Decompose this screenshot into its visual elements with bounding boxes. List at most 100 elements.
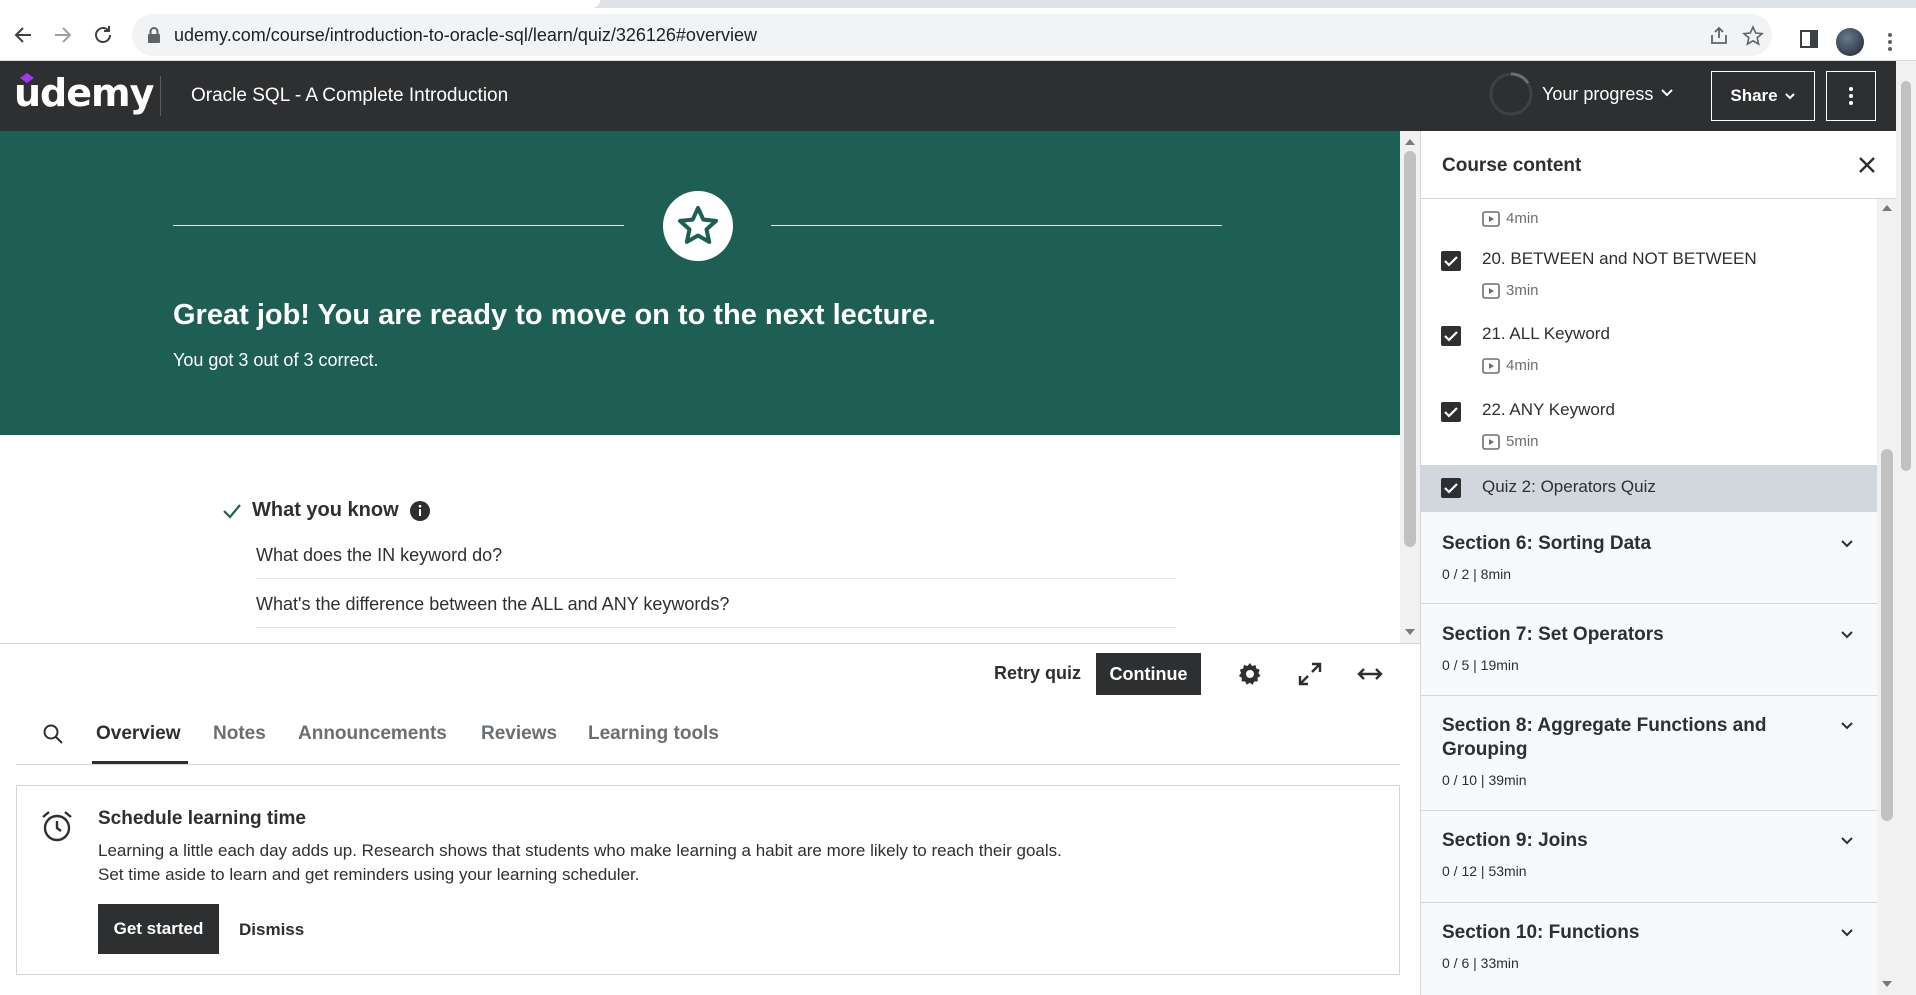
lecture-duration-text: 4min	[1506, 357, 1539, 374]
completed-checkbox[interactable]	[1441, 251, 1461, 271]
scrollbar-thumb[interactable]	[1404, 151, 1416, 547]
scroll-down-arrow[interactable]	[1405, 629, 1415, 635]
section-item[interactable]: Section 9: Joins 0 / 12 | 53min	[1421, 810, 1877, 902]
tab-notes[interactable]: Notes	[213, 723, 266, 745]
completed-checkbox[interactable]	[1441, 402, 1461, 422]
get-started-button[interactable]: Get started	[98, 904, 219, 954]
quiz-result-panel: Great job! You are ready to move on to t…	[0, 131, 1400, 643]
scrollbar-thumb[interactable]	[1881, 449, 1893, 821]
sidebar-scrollbar[interactable]	[1877, 199, 1896, 995]
scroll-down-arrow[interactable]	[1882, 981, 1892, 987]
schedule-description-2: Set time aside to learn and get reminder…	[98, 865, 640, 884]
banner-rule-right	[771, 225, 1222, 226]
chevron-down-icon[interactable]	[1839, 718, 1855, 734]
lecture-item[interactable]: 21. ALL Keyword 4min	[1421, 311, 1877, 387]
your-progress-button[interactable]: Your progress	[1542, 84, 1653, 105]
browser-menu-icon[interactable]	[1880, 26, 1900, 58]
lecture-item-partial[interactable]: 4min	[1421, 199, 1877, 235]
quiz-score-text: You got 3 out of 3 correct.	[173, 350, 379, 370]
lecture-duration: 5min	[1482, 433, 1539, 450]
quiz-controls-bar: Retry quiz Continue	[0, 643, 1420, 703]
what-you-know-section: What you know What does the IN keyword d…	[0, 435, 1400, 643]
lecture-tabs: Overview Notes Announcements Reviews Lea…	[16, 703, 1400, 765]
udemy-logo[interactable]: udemy	[14, 71, 154, 115]
retry-quiz-button[interactable]: Retry quiz	[994, 663, 1081, 684]
lecture-duration-text: 3min	[1506, 282, 1539, 299]
page-scrollbar[interactable]	[1896, 61, 1916, 995]
lock-icon[interactable]	[146, 26, 162, 44]
fullscreen-icon[interactable]	[1296, 660, 1324, 688]
scroll-up-arrow[interactable]	[1882, 205, 1892, 211]
lecture-title: 20. BETWEEN and NOT BETWEEN	[1482, 249, 1757, 268]
question-item: What's the difference between the ALL an…	[256, 594, 1176, 628]
chevron-down-icon[interactable]	[1839, 536, 1855, 552]
sidebar-title: Course content	[1442, 155, 1582, 176]
tab-announcements[interactable]: Announcements	[298, 723, 447, 745]
schedule-title: Schedule learning time	[98, 808, 306, 829]
browser-toolbar: udemy.com/course/introduction-to-oracle-…	[0, 8, 1916, 61]
section-title: Section 10: Functions	[1442, 922, 1640, 943]
quiz-scrollbar[interactable]	[1400, 131, 1420, 643]
banner-rule-left	[173, 225, 624, 226]
lecture-item[interactable]: 20. BETWEEN and NOT BETWEEN 3min	[1421, 235, 1877, 311]
back-arrow-icon[interactable]	[8, 20, 38, 50]
lecture-item-active-quiz[interactable]: Quiz 2: Operators Quiz	[1421, 465, 1877, 511]
tab-overview[interactable]: Overview	[96, 723, 181, 745]
video-icon	[1482, 357, 1500, 374]
video-icon	[1482, 433, 1500, 450]
completed-checkbox[interactable]	[1441, 326, 1461, 346]
side-panel-icon[interactable]	[1798, 28, 1820, 50]
search-icon[interactable]	[42, 723, 64, 745]
chevron-down-icon[interactable]	[1839, 925, 1855, 941]
chevron-down-icon[interactable]	[1839, 627, 1855, 643]
lecture-duration: 3min	[1482, 282, 1539, 299]
lecture-title: 21. ALL Keyword	[1482, 324, 1610, 343]
share-button[interactable]: Share	[1711, 71, 1815, 121]
more-options-button[interactable]	[1826, 71, 1876, 121]
share-page-icon[interactable]	[1708, 25, 1730, 47]
tab-learning-tools[interactable]: Learning tools	[588, 723, 719, 745]
chevron-down-icon[interactable]	[1660, 86, 1674, 100]
close-icon[interactable]	[1855, 153, 1879, 177]
section-title: Section 6: Sorting Data	[1442, 533, 1652, 554]
bookmark-star-icon[interactable]	[1742, 25, 1764, 47]
course-title-link[interactable]: Oracle SQL - A Complete Introduction	[191, 85, 508, 107]
tab-reviews[interactable]: Reviews	[481, 723, 557, 745]
dismiss-button[interactable]: Dismiss	[239, 920, 304, 940]
success-banner: Great job! You are ready to move on to t…	[0, 131, 1400, 435]
reload-icon[interactable]	[88, 20, 118, 50]
section-item[interactable]: Section 10: Functions 0 / 6 | 33min	[1421, 902, 1877, 995]
star-icon	[678, 206, 718, 244]
section-meta: 0 / 2 | 8min	[1442, 566, 1512, 582]
forward-arrow-icon[interactable]	[48, 20, 78, 50]
section-item[interactable]: Section 6: Sorting Data 0 / 2 | 8min	[1421, 511, 1877, 603]
share-button-label: Share	[1730, 86, 1778, 105]
video-icon	[1482, 210, 1500, 227]
expand-width-icon[interactable]	[1356, 660, 1384, 688]
section-item[interactable]: Section 8: Aggregate Functions and Group…	[1421, 695, 1877, 810]
section-item[interactable]: Section 7: Set Operators 0 / 5 | 19min	[1421, 603, 1877, 695]
browser-active-tab[interactable]	[0, 0, 600, 8]
progress-ring-icon[interactable]	[1488, 71, 1534, 117]
question-item: What does the IN keyword do?	[256, 545, 1176, 579]
scroll-up-arrow[interactable]	[1405, 139, 1415, 145]
video-icon	[1482, 282, 1500, 299]
lecture-duration: 4min	[1482, 357, 1539, 374]
profile-avatar[interactable]	[1836, 28, 1864, 56]
section-meta: 0 / 5 | 19min	[1442, 657, 1519, 673]
completed-checkbox[interactable]	[1441, 478, 1461, 498]
quiz-success-headline: Great job! You are ready to move on to t…	[173, 299, 936, 331]
chevron-down-icon[interactable]	[1839, 833, 1855, 849]
url-text[interactable]: udemy.com/course/introduction-to-oracle-…	[174, 25, 757, 46]
section-title: Section 9: Joins	[1442, 830, 1588, 851]
lecture-item[interactable]: 22. ANY Keyword 5min	[1421, 387, 1877, 463]
settings-gear-icon[interactable]	[1236, 660, 1264, 688]
chevron-down-icon	[1784, 93, 1795, 100]
browser-tabstrip	[0, 0, 1916, 8]
info-icon[interactable]	[409, 500, 431, 522]
continue-button[interactable]: Continue	[1096, 653, 1201, 695]
header-divider	[160, 76, 161, 116]
lecture-title: 22. ANY Keyword	[1482, 400, 1615, 419]
scrollbar-thumb[interactable]	[1901, 81, 1911, 471]
address-bar[interactable]: udemy.com/course/introduction-to-oracle-…	[132, 14, 1772, 56]
